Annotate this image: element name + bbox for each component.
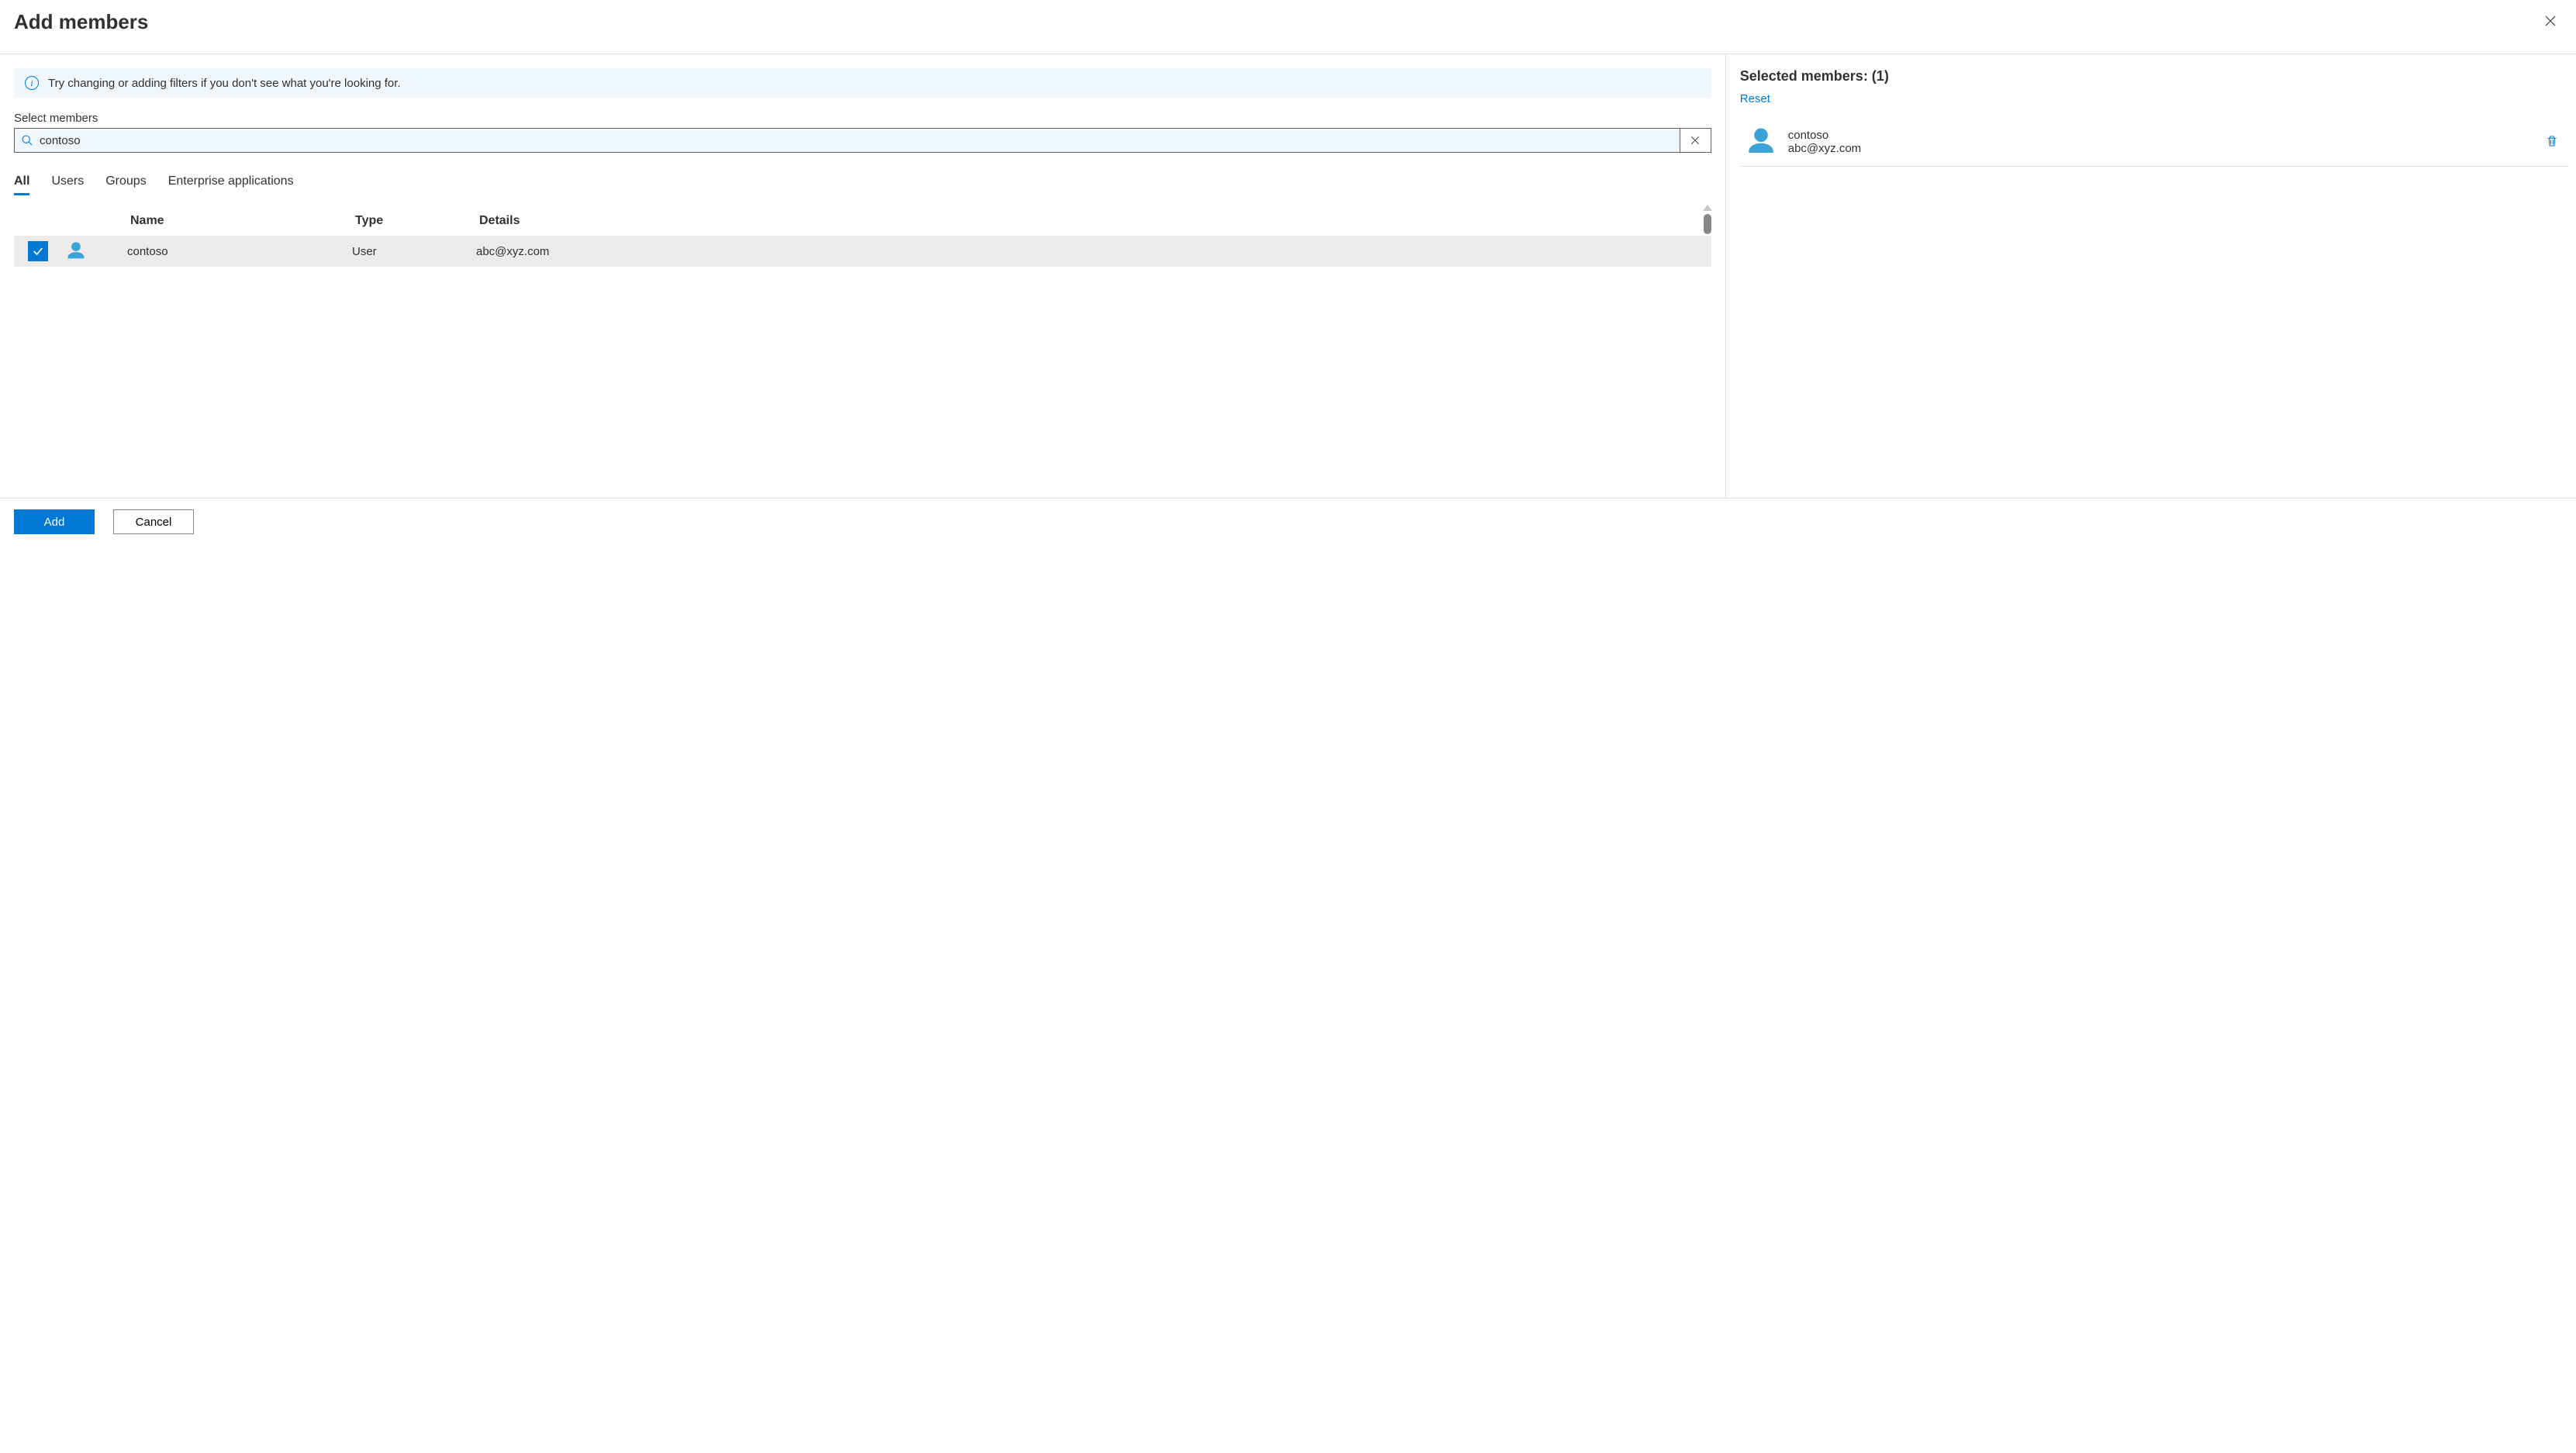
info-message-text: Try changing or adding filters if you do… xyxy=(48,77,401,90)
clear-icon xyxy=(1690,135,1701,146)
scrollbar[interactable] xyxy=(1702,205,1713,484)
scroll-thumb[interactable] xyxy=(1704,214,1711,234)
close-button[interactable] xyxy=(2539,9,2562,35)
tab-enterprise-applications[interactable]: Enterprise applications xyxy=(168,174,294,195)
add-button[interactable]: Add xyxy=(14,509,95,534)
search-field[interactable] xyxy=(14,128,1711,153)
panel-title: Add members xyxy=(14,10,148,34)
remove-member-button[interactable] xyxy=(2540,129,2564,155)
selected-member-email: abc@xyz.com xyxy=(1788,142,2540,155)
close-icon xyxy=(2543,14,2557,28)
tab-users[interactable]: Users xyxy=(51,174,84,195)
search-label: Select members xyxy=(14,112,1711,125)
clear-search-button[interactable] xyxy=(1680,129,1711,152)
info-icon: i xyxy=(25,76,39,90)
results-column-headers: Name Type Details xyxy=(14,205,1711,236)
selected-member-item: contoso abc@xyz.com xyxy=(1740,121,2568,167)
checkmark-icon xyxy=(32,245,44,257)
user-avatar-icon xyxy=(1745,126,1777,158)
search-icon xyxy=(15,134,40,147)
selected-member-name: contoso xyxy=(1788,129,2540,142)
left-pane: i Try changing or adding filters if you … xyxy=(0,54,1726,498)
row-type: User xyxy=(352,245,476,258)
cancel-button[interactable]: Cancel xyxy=(113,509,194,534)
row-checkbox[interactable] xyxy=(28,241,48,261)
column-header-type: Type xyxy=(355,214,479,228)
scroll-up-arrow-icon xyxy=(1703,205,1712,211)
row-details: abc@xyz.com xyxy=(476,245,1711,258)
column-header-details: Details xyxy=(479,214,1711,228)
footer: Add Cancel xyxy=(0,499,2576,545)
search-input[interactable] xyxy=(40,131,1680,150)
row-name: contoso xyxy=(127,245,352,258)
tab-groups[interactable]: Groups xyxy=(105,174,146,195)
result-row[interactable]: contoso User abc@xyz.com xyxy=(14,236,1711,267)
selected-members-title: Selected members: (1) xyxy=(1740,68,2568,85)
right-pane: Selected members: (1) Reset contoso abc@… xyxy=(1726,54,2576,498)
reset-link[interactable]: Reset xyxy=(1740,92,1770,105)
results-area: Name Type Details contoso User abc@xyz.c… xyxy=(14,205,1711,484)
info-message-bar: i Try changing or adding filters if you … xyxy=(14,68,1711,98)
tab-all[interactable]: All xyxy=(14,174,29,195)
column-header-name: Name xyxy=(130,214,355,228)
user-avatar-icon xyxy=(65,240,87,262)
filter-tabs: All Users Groups Enterprise applications xyxy=(14,174,1711,195)
trash-icon xyxy=(2545,134,2559,148)
